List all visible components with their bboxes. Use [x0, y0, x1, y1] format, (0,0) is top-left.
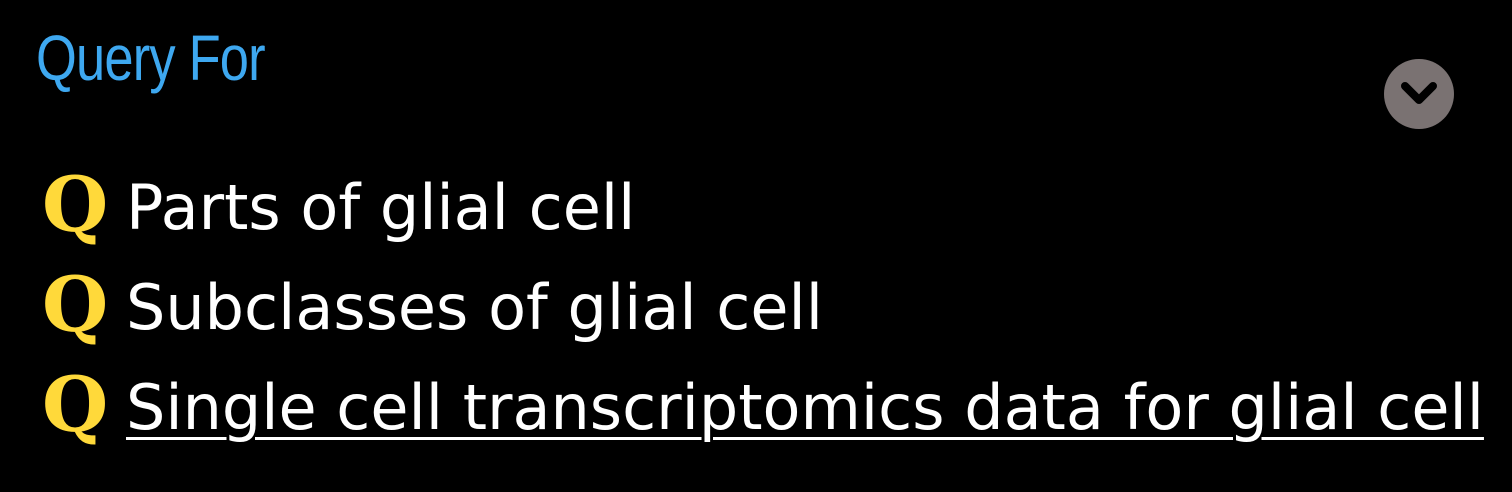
panel-title: Query For [36, 22, 266, 94]
query-for-panel: Query For Q Parts of glial cell Q Subcla… [0, 0, 1512, 492]
q-icon: Q [42, 160, 109, 249]
query-item-subclasses[interactable]: Q Subclasses of glial cell [42, 258, 1484, 358]
query-list: Q Parts of glial cell Q Subclasses of gl… [42, 158, 1484, 458]
collapse-toggle-button[interactable] [1384, 59, 1454, 129]
chevron-down-icon [1401, 82, 1437, 104]
q-icon: Q [42, 360, 109, 449]
query-link[interactable]: Single cell transcriptomics data for gli… [126, 377, 1484, 439]
query-item-parts[interactable]: Q Parts of glial cell [42, 158, 1484, 258]
query-item-transcriptomics[interactable]: Q Single cell transcriptomics data for g… [42, 358, 1484, 458]
query-label[interactable]: Parts of glial cell [126, 177, 635, 239]
chevron-stroke [1401, 82, 1437, 104]
query-label[interactable]: Subclasses of glial cell [126, 277, 823, 339]
q-icon: Q [42, 260, 109, 349]
